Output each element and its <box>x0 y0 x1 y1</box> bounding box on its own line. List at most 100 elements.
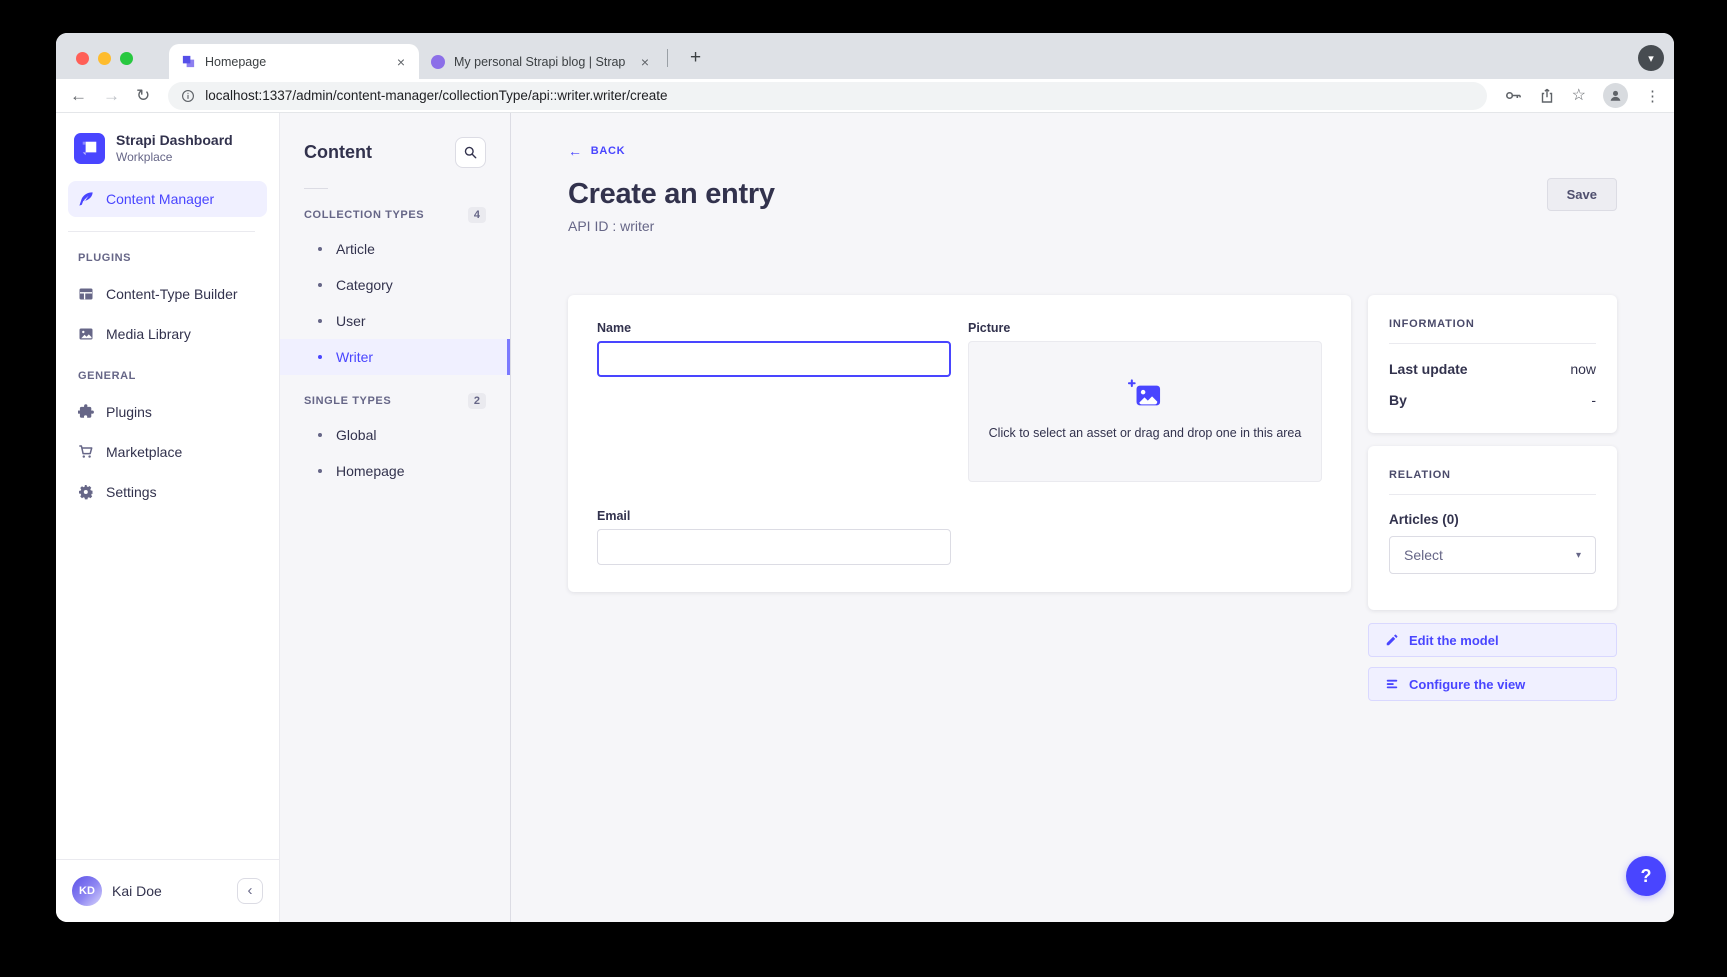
subnav-item-homepage[interactable]: Homepage <box>280 453 510 489</box>
content-subnav: Content COLLECTION TYPES 4 Article Categ… <box>280 113 511 922</box>
cart-icon <box>78 444 94 460</box>
sidebar-item-marketplace[interactable]: Marketplace <box>68 434 267 470</box>
brand-subtitle: Workplace <box>116 150 233 164</box>
save-button[interactable]: Save <box>1547 178 1617 211</box>
profile-avatar-icon[interactable] <box>1603 83 1628 108</box>
minimize-window-button[interactable] <box>98 52 111 65</box>
email-input[interactable] <box>597 529 951 565</box>
sidebar-item-settings[interactable]: Settings <box>68 474 267 510</box>
strapi-app: Strapi Dashboard Workplace Content Manag… <box>56 113 1674 922</box>
sidebar-item-label: Marketplace <box>106 444 182 460</box>
collection-types-count-badge: 4 <box>468 207 486 223</box>
back-link[interactable]: ← BACK <box>568 143 625 159</box>
tab-homepage[interactable]: Homepage × <box>169 44 419 79</box>
articles-relation-label: Articles (0) <box>1389 512 1596 527</box>
name-input[interactable] <box>597 341 951 377</box>
subnav-item-writer[interactable]: Writer <box>280 339 510 375</box>
last-update-value: now <box>1570 361 1596 377</box>
tab-separator <box>667 49 668 67</box>
information-header: INFORMATION <box>1389 318 1596 330</box>
relation-header: RELATION <box>1389 469 1596 481</box>
relation-card: RELATION Articles (0) Select ▾ <box>1368 446 1617 610</box>
key-icon[interactable] <box>1505 87 1522 104</box>
information-card: INFORMATION Last update now By - <box>1368 295 1617 433</box>
feather-pen-icon <box>78 191 94 207</box>
select-placeholder: Select <box>1404 547 1443 563</box>
sidebar-section-general: GENERAL <box>78 370 257 382</box>
configure-lines-icon <box>1385 677 1399 691</box>
by-label: By <box>1389 392 1407 408</box>
tab-search-button[interactable]: ▾ <box>1638 45 1664 71</box>
close-window-button[interactable] <box>76 52 89 65</box>
new-tab-button[interactable]: + <box>682 47 709 69</box>
panel-divider <box>1389 343 1596 344</box>
help-button[interactable]: ? <box>1626 856 1666 896</box>
sidebar-item-label: Settings <box>106 484 157 500</box>
search-button[interactable] <box>455 137 486 168</box>
sidebar-item-content-type-builder[interactable]: Content-Type Builder <box>68 276 267 312</box>
strapi-favicon <box>181 54 196 69</box>
url-text[interactable]: localhost:1337/admin/content-manager/col… <box>205 88 667 103</box>
tab-strapi-blog[interactable]: My personal Strapi blog | Strap × <box>419 44 663 79</box>
bullet-icon <box>318 355 322 359</box>
by-row: By - <box>1389 392 1596 408</box>
image-plus-icon <box>1128 379 1162 411</box>
bookmark-star-icon[interactable]: ☆ <box>1572 88 1586 104</box>
user-avatar[interactable]: KD <box>72 876 102 906</box>
brand-title: Strapi Dashboard <box>116 132 233 148</box>
subnav-item-category[interactable]: Category <box>280 267 510 303</box>
tab-title: My personal Strapi blog | Strap <box>454 55 630 69</box>
name-field-group: Name <box>597 321 951 482</box>
subnav-item-global[interactable]: Global <box>280 417 510 453</box>
refresh-icon[interactable]: ↻ <box>136 87 150 104</box>
zoom-window-button[interactable] <box>120 52 133 65</box>
bullet-icon <box>318 319 322 323</box>
browser-tab-bar: Homepage × My personal Strapi blog | Str… <box>56 33 1674 79</box>
main-content: ← BACK Create an entry Save API ID : wri… <box>511 113 1674 922</box>
picture-upload-dropzone[interactable]: Click to select an asset or drag and dro… <box>968 341 1322 482</box>
name-label: Name <box>597 321 951 335</box>
gear-icon <box>78 484 94 500</box>
last-update-label: Last update <box>1389 361 1468 377</box>
brand-block: Strapi Dashboard Workplace <box>56 113 279 181</box>
edit-model-button[interactable]: Edit the model <box>1368 623 1617 657</box>
close-tab-icon[interactable]: × <box>639 54 651 70</box>
email-field-group: Email <box>597 509 951 565</box>
bullet-icon <box>318 247 322 251</box>
main-sidebar: Strapi Dashboard Workplace Content Manag… <box>56 113 280 922</box>
by-value: - <box>1591 392 1596 408</box>
url-bar[interactable]: localhost:1337/admin/content-manager/col… <box>168 82 1486 110</box>
bullet-icon <box>318 433 322 437</box>
configure-view-label: Configure the view <box>1409 677 1525 692</box>
collapse-sidebar-button[interactable]: ‹ <box>237 878 263 904</box>
sidebar-item-plugins[interactable]: Plugins <box>68 394 267 430</box>
strapi-logo-icon <box>74 133 105 164</box>
articles-select[interactable]: Select ▾ <box>1389 536 1596 574</box>
sidebar-item-label: Media Library <box>106 326 191 342</box>
subnav-item-label: Article <box>336 241 375 257</box>
picture-label: Picture <box>968 321 1322 335</box>
pencil-icon <box>1385 633 1399 647</box>
sidebar-item-label: Content-Type Builder <box>106 286 238 302</box>
chrome-menu-icon[interactable]: ⋮ <box>1645 87 1660 105</box>
subnav-item-label: Global <box>336 427 376 443</box>
back-arrow-icon: ← <box>568 143 583 159</box>
page-title: Create an entry <box>568 178 775 211</box>
share-icon[interactable] <box>1539 88 1555 104</box>
close-tab-icon[interactable]: × <box>395 54 407 70</box>
picture-field-group: Picture Click to select an asset or drag… <box>968 321 1322 482</box>
panel-divider <box>1389 494 1596 495</box>
configure-view-button[interactable]: Configure the view <box>1368 667 1617 701</box>
back-icon[interactable]: ← <box>70 87 87 104</box>
sidebar-user-row: KD Kai Doe ‹ <box>56 859 279 922</box>
info-icon[interactable] <box>181 89 195 103</box>
sidebar-item-content-manager[interactable]: Content Manager <box>68 181 267 217</box>
subnav-item-article[interactable]: Article <box>280 231 510 267</box>
sidebar-item-media-library[interactable]: Media Library <box>68 316 267 352</box>
puzzle-icon <box>78 404 94 420</box>
forward-icon: → <box>103 87 120 104</box>
last-update-row: Last update now <box>1389 361 1596 377</box>
user-name: Kai Doe <box>112 883 227 899</box>
single-types-count-badge: 2 <box>468 393 486 409</box>
subnav-item-user[interactable]: User <box>280 303 510 339</box>
